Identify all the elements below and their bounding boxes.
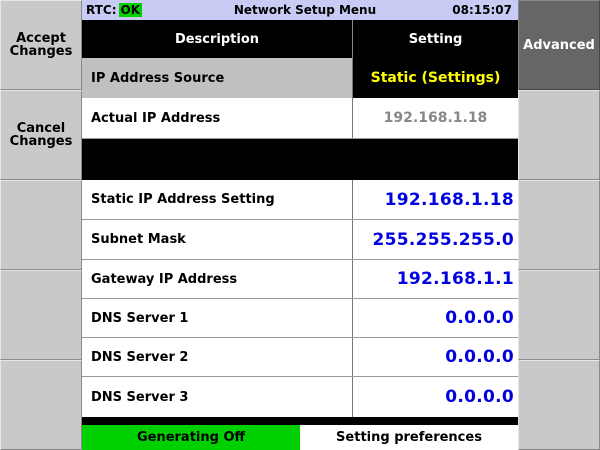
cancel-changes-button[interactable]: Cancel Changes bbox=[0, 90, 82, 180]
gateway-ip-row[interactable]: Gateway IP Address 192.168.1.1 bbox=[82, 260, 518, 299]
accept-changes-button[interactable]: Accept Changes bbox=[0, 0, 82, 90]
gateway-ip-value[interactable]: 192.168.1.1 bbox=[353, 260, 518, 298]
gateway-ip-label: Gateway IP Address bbox=[82, 260, 353, 298]
right-softkey-4[interactable] bbox=[518, 270, 600, 360]
right-softkey-2[interactable] bbox=[518, 90, 600, 180]
advanced-button[interactable]: Advanced bbox=[518, 0, 600, 90]
ip-source-value[interactable]: Static (Settings) bbox=[353, 58, 518, 98]
ip-source-label: IP Address Source bbox=[82, 58, 353, 98]
right-softkey-3[interactable] bbox=[518, 180, 600, 270]
column-header-description: Description bbox=[82, 20, 353, 58]
dns-server-1-row[interactable]: DNS Server 1 0.0.0.0 bbox=[82, 299, 518, 338]
status-bar: RTC: OK Network Setup Menu 08:15:07 bbox=[82, 0, 518, 20]
subnet-mask-row[interactable]: Subnet Mask 255.255.255.0 bbox=[82, 220, 518, 260]
clock: 08:15:07 bbox=[452, 3, 512, 17]
setting-preferences-label: Setting preferences bbox=[300, 425, 518, 450]
left-softkey-4[interactable] bbox=[0, 270, 82, 360]
right-softkey-5[interactable] bbox=[518, 360, 600, 450]
dns-server-1-value[interactable]: 0.0.0.0 bbox=[353, 299, 518, 337]
dns-server-3-label: DNS Server 3 bbox=[82, 377, 353, 417]
dns-server-3-value[interactable]: 0.0.0.0 bbox=[353, 377, 518, 417]
dns-server-2-label: DNS Server 2 bbox=[82, 338, 353, 376]
dns-server-2-value[interactable]: 0.0.0.0 bbox=[353, 338, 518, 376]
dns-server-1-label: DNS Server 1 bbox=[82, 299, 353, 337]
dns-server-2-row[interactable]: DNS Server 2 0.0.0.0 bbox=[82, 338, 518, 377]
static-ip-value[interactable]: 192.168.1.18 bbox=[353, 180, 518, 219]
actual-ip-row: Actual IP Address 192.168.1.18 bbox=[82, 98, 518, 139]
static-ip-label: Static IP Address Setting bbox=[82, 180, 353, 219]
left-softkey-3[interactable] bbox=[0, 180, 82, 270]
section-divider bbox=[82, 139, 518, 180]
generating-status: Generating Off bbox=[82, 425, 300, 450]
static-ip-row[interactable]: Static IP Address Setting 192.168.1.18 bbox=[82, 180, 518, 220]
subnet-mask-label: Subnet Mask bbox=[82, 220, 353, 259]
left-softkey-5[interactable] bbox=[0, 360, 82, 450]
actual-ip-label: Actual IP Address bbox=[82, 98, 353, 138]
subnet-mask-value[interactable]: 255.255.255.0 bbox=[353, 220, 518, 259]
dns-server-3-row[interactable]: DNS Server 3 0.0.0.0 bbox=[82, 377, 518, 417]
actual-ip-value: 192.168.1.18 bbox=[383, 110, 488, 126]
ip-source-row[interactable]: IP Address Source Static (Settings) bbox=[82, 58, 518, 98]
column-header-setting: Setting bbox=[353, 20, 518, 58]
